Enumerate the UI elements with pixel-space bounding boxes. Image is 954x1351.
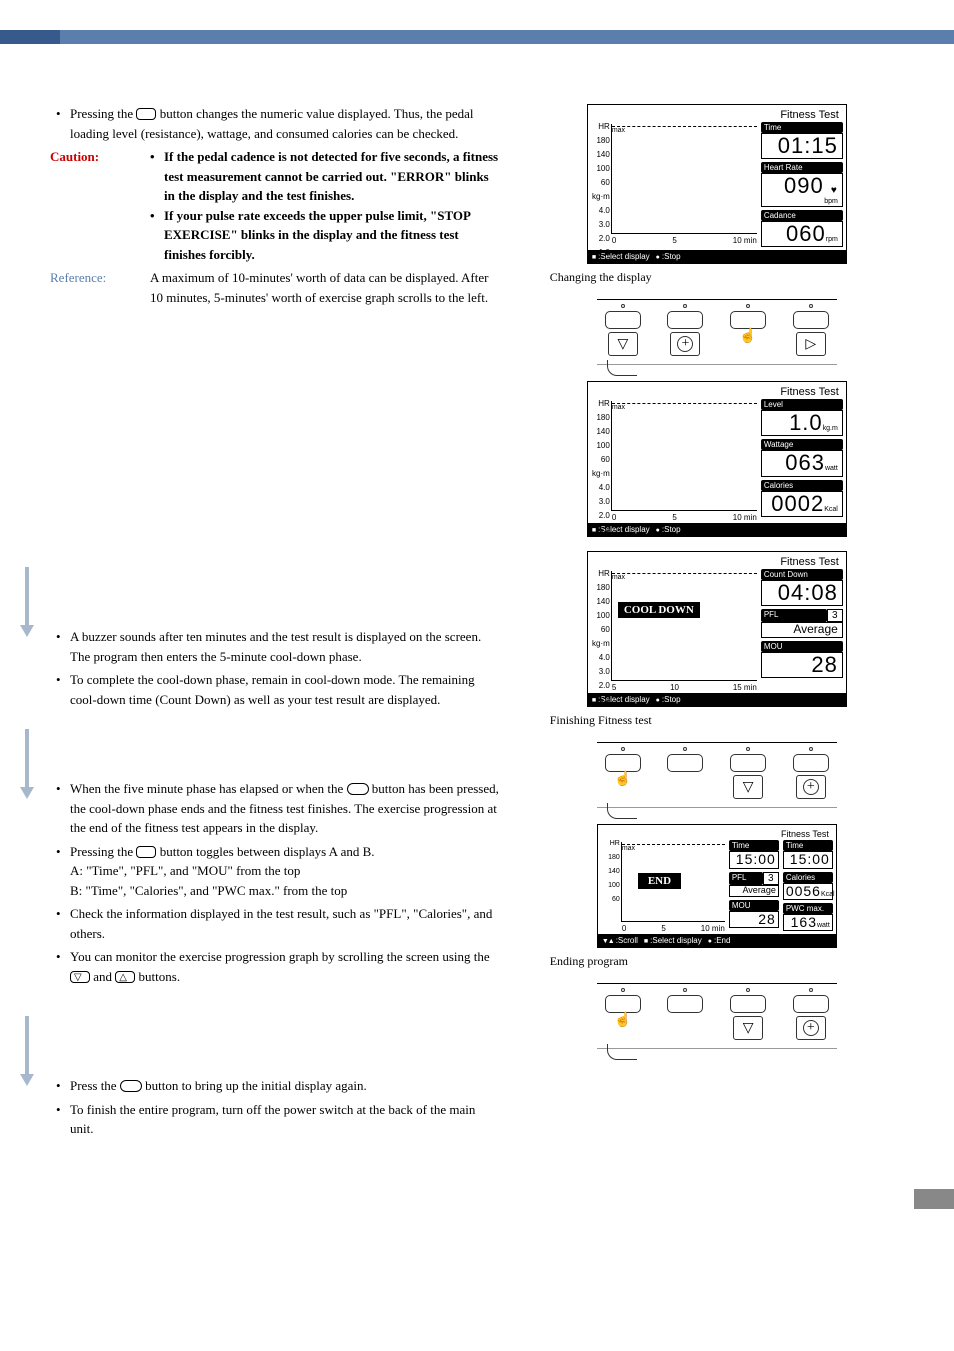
hand-pointer-icon: ☝ [614,1012,631,1029]
panel-button-3[interactable] [730,995,766,1013]
panel-button-3[interactable] [730,311,766,329]
page-corner-tab [914,1189,954,1209]
button-panel: ☝ [597,299,837,365]
flow-arrow-icon [20,1016,34,1086]
flow-arrow-icon [20,567,34,637]
panel-button-4[interactable] [793,311,829,329]
reference-text: A maximum of 10-minutes' worth of data c… [150,268,500,307]
oval-button-icon [120,1080,142,1092]
down-button-icon [70,971,90,983]
heart-icon [831,173,838,198]
paragraph-cooldown: To complete the cool-down phase, remain … [50,670,500,709]
calories-value: 0056 [786,883,821,899]
panel-button-3[interactable] [730,754,766,772]
device-screen-end: Fitness Test END max HR18014010060 0510 … [597,824,837,948]
button-panel: ☝ [597,983,837,1049]
paragraph-initial-display: Press the button to bring up the initial… [50,1076,500,1096]
caution-label: Caution: [50,147,150,264]
flow-arrow-icon [20,729,34,799]
paragraph-toggle-ab: Pressing the button toggles between disp… [50,842,500,901]
graph-area: max HR18014010060 kg·m4.03.02.01.0 51015… [611,571,757,681]
panel-down-button[interactable] [733,775,763,799]
panel-play-button[interactable] [796,332,826,356]
reference-label: Reference: [50,268,150,307]
paragraph-buzzer: A buzzer sounds after ten minutes and th… [50,627,500,666]
hand-pointer-icon: ☝ [614,771,631,788]
time-value-b: 15:00 [783,851,833,868]
graph-area: max HR18014010060 kg·m4.03.02.01.0 0510 … [611,401,757,511]
paragraph-scroll: You can monitor the exercise progression… [50,947,500,986]
panel-button-1[interactable] [605,754,641,772]
device-screen-level: Fitness Test max HR18014010060 kg·m4.03.… [587,381,847,537]
caption-changing-display: Changing the display [550,270,904,285]
screen-title: Fitness Test [591,108,843,122]
caption-ending: Ending program [550,954,904,969]
panel-plus-button[interactable] [796,775,826,799]
up-button-icon [115,971,135,983]
level-value: 1.0 [789,410,823,435]
header-bar [0,30,954,44]
paragraph-power-off: To finish the entire program, turn off t… [50,1100,500,1139]
mou-value: 28 [761,652,843,678]
rect-button-icon [136,108,156,120]
calories-value: 0002 [771,491,824,516]
rect-button-icon [136,846,156,858]
panel-plus-button[interactable] [670,332,700,356]
panel-button-1[interactable] [605,311,641,329]
screens-column: Fitness Test max HR18014010060 kg·m4.03.… [520,104,904,1169]
panel-down-button[interactable] [608,332,638,356]
cadence-value: 060 [786,221,826,246]
oval-button-icon [347,783,369,795]
panel-button-4[interactable] [793,995,829,1013]
device-screen-time: Fitness Test max HR18014010060 kg·m4.03.… [587,104,847,264]
caution-item-1: If the pedal cadence is not detected for… [150,147,500,206]
panel-button-4[interactable] [793,754,829,772]
panel-button-1[interactable] [605,995,641,1013]
device-screen-cooldown: Fitness Test COOL DOWN max HR18014010060… [587,551,847,707]
pfl-value: 3 [827,609,843,622]
graph-area: max HR18014010060 0510 min [621,842,725,922]
panel-button-2[interactable] [667,995,703,1013]
panel-down-button[interactable] [733,1016,763,1040]
panel-plus-button[interactable] [796,1016,826,1040]
panel-button-2[interactable] [667,754,703,772]
time-value-a: 15:00 [729,851,779,868]
panel-button-2[interactable] [667,311,703,329]
caution-item-2: If your pulse rate exceeds the upper pul… [150,206,500,265]
graph-area: max HR18014010060 kg·m4.03.02.01.0 0510 … [611,124,757,234]
countdown-value: 04:08 [761,580,843,606]
paragraph-display-toggle: Pressing the button changes the numeric … [50,104,500,143]
caption-finishing: Finishing Fitness test [550,713,904,728]
wattage-value: 063 [785,450,825,475]
hand-pointer-icon: ☝ [739,328,756,345]
paragraph-check-info: Check the information displayed in the t… [50,904,500,943]
hr-value: 090 [784,173,824,198]
button-panel: ☝ [597,742,837,808]
pwc-value: 163 [791,914,817,930]
paragraph-end-cooldown: When the five minute phase has elapsed o… [50,779,500,838]
time-value: 01:15 [761,133,843,159]
mou-value: 28 [729,911,779,928]
main-text-column: Pressing the button changes the numeric … [50,104,520,1169]
